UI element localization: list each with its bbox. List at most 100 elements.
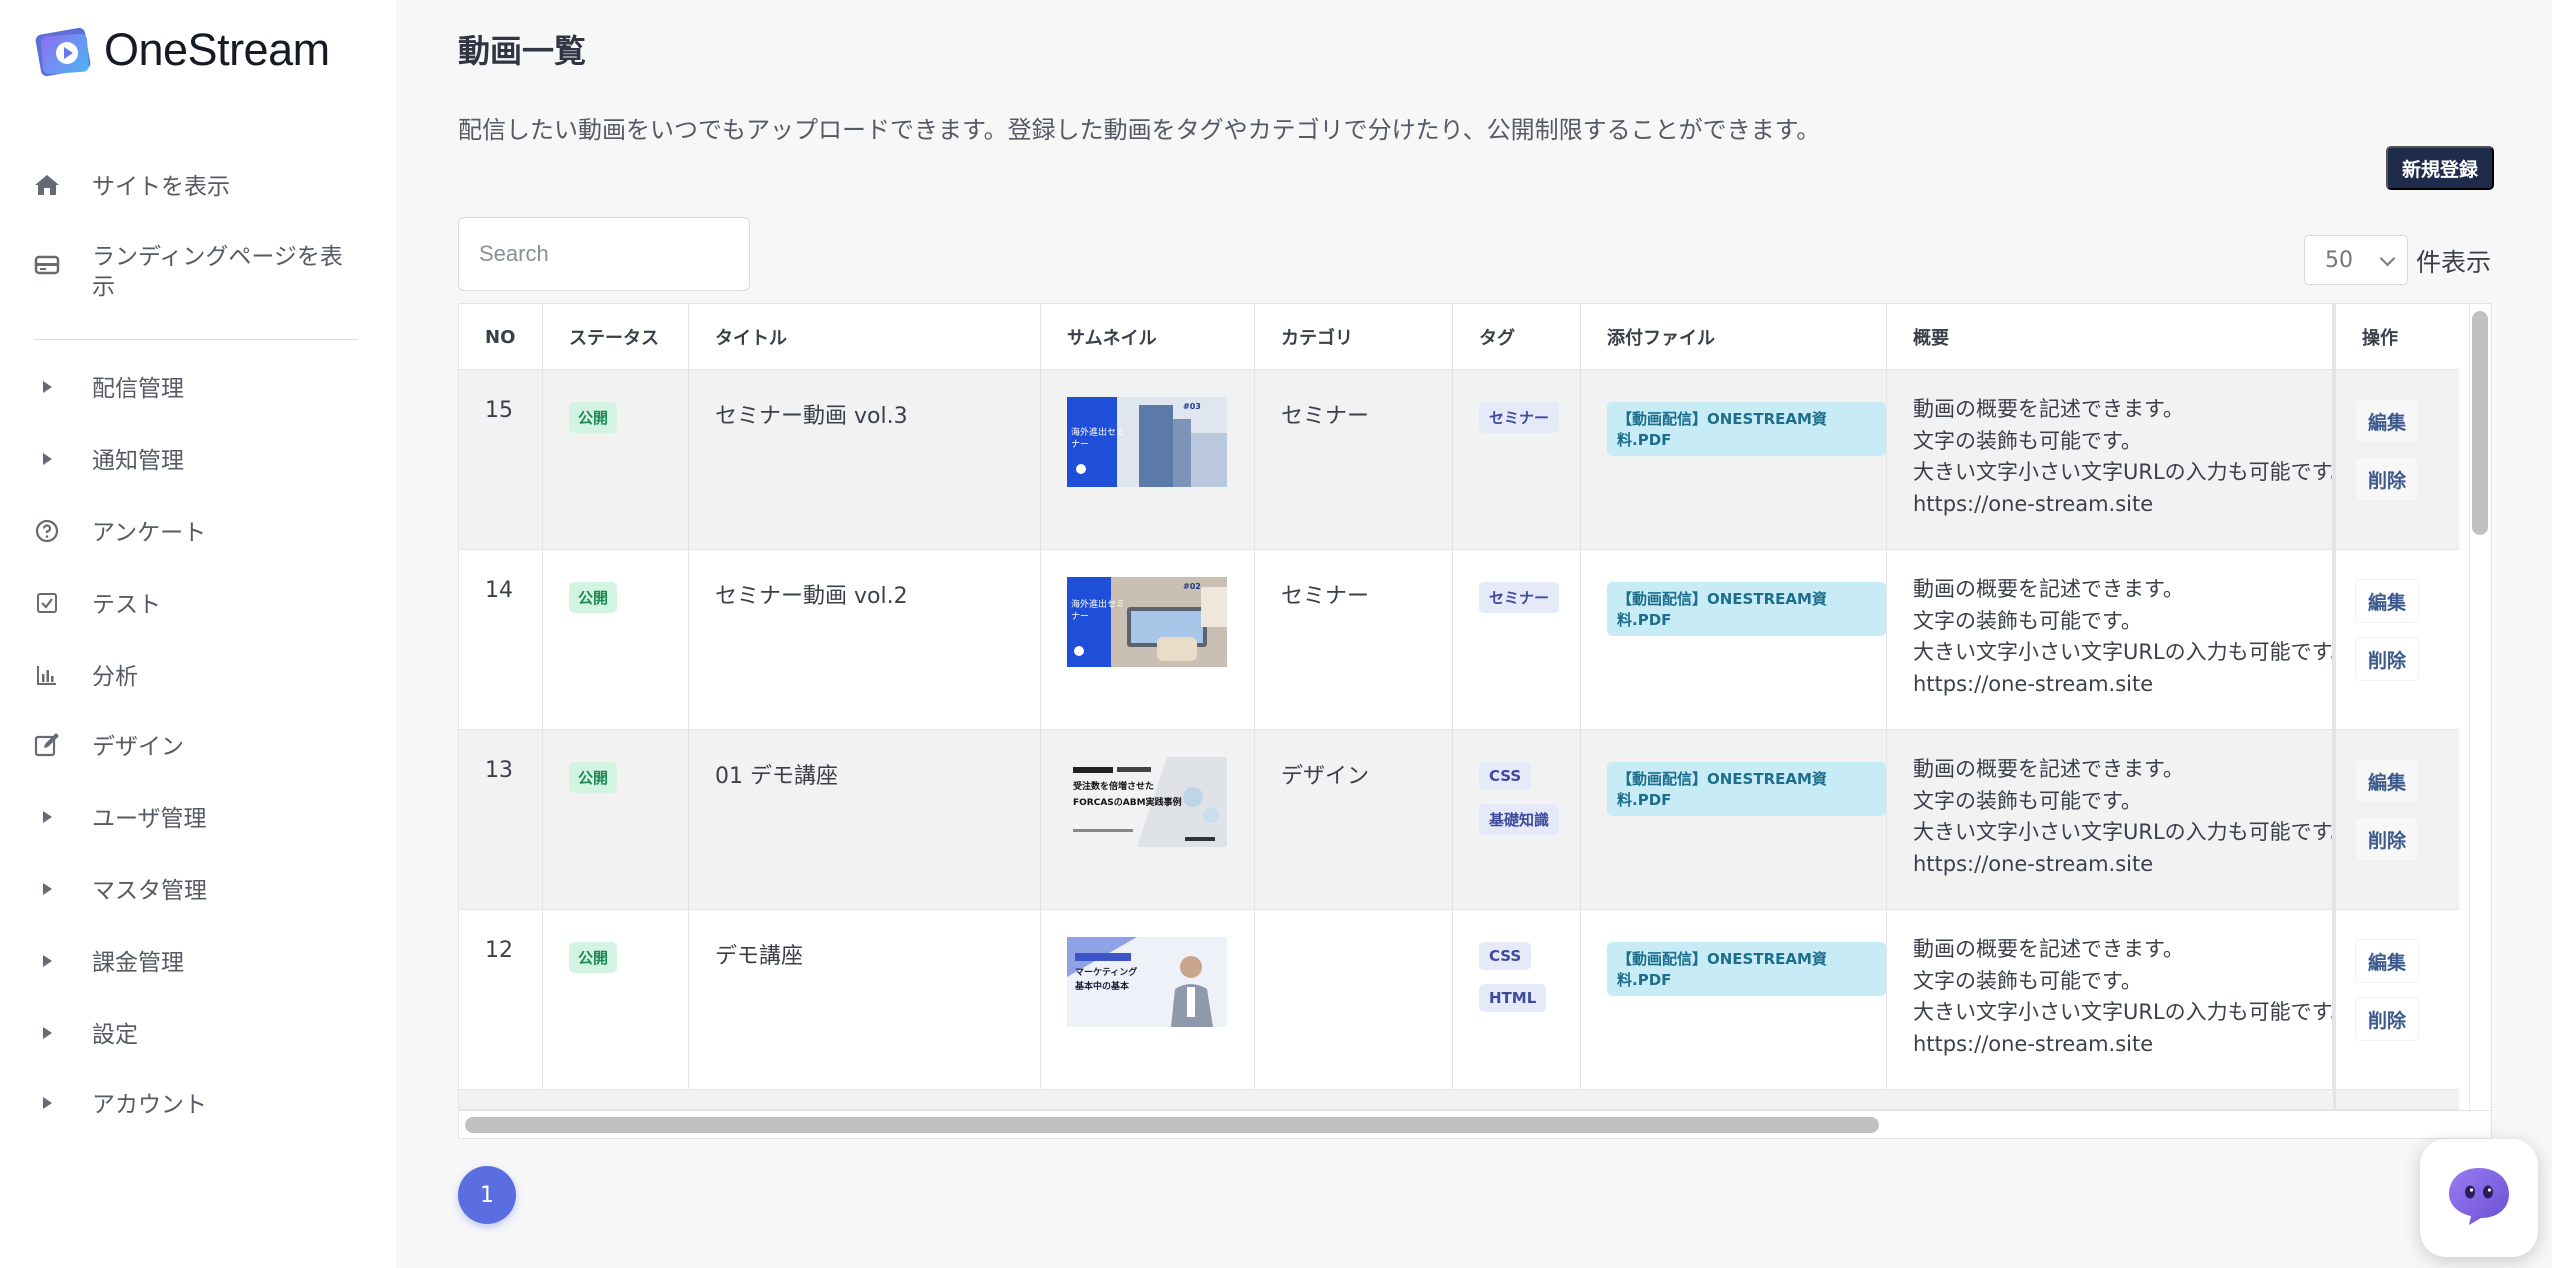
summary-cell: 動画の概要を記述できます。 文字の装飾も可能です。 大きい文字小さい文字URLの… [1887,550,2333,729]
sidebar-item-settings[interactable]: 設定 [34,1020,364,1050]
status-badge: 公開 [569,582,618,613]
tag-cell: セミナー [1453,550,1581,729]
attachment-cell: 【動画配信】ONESTREAM資料.PDF [1581,550,1887,729]
summary-link[interactable]: https://one-stream.site [1913,669,2332,701]
sidebar-item-master[interactable]: マスタ管理 [34,876,364,906]
thumbnail-cell: 海外進出セミ ナー #03 [1041,370,1255,549]
thumbnail-cell: 受注数を倍増させた FORCASのABM実践事例 [1041,730,1255,909]
search-input[interactable] [458,217,750,291]
row-title[interactable]: 01 デモ講座 [689,730,1041,909]
summary-cell: 動画の概要を記述できます。 文字の装飾も可能です。 大きい文字小さい文字URLの… [1887,370,2333,549]
chat-widget-button[interactable] [2420,1139,2538,1257]
svg-text:#02: #02 [1183,582,1201,591]
pagination-page-button[interactable]: 1 [458,1166,516,1224]
row-title[interactable]: セミナー動画 vol.2 [689,550,1041,729]
summary-line: 文字の装飾も可能です。 [1913,788,2142,813]
summary-link[interactable]: https://one-stream.site [1913,849,2332,881]
video-thumbnail[interactable]: 受注数を倍増させた FORCASのABM実践事例 [1067,757,1227,847]
row-title[interactable]: デモ講座 [689,910,1041,1089]
delete-button[interactable]: 削除 [2356,458,2418,500]
summary-line: 文字の装飾も可能です。 [1913,608,2142,633]
sidebar-item-notification[interactable]: 通知管理 [34,446,364,476]
column-header-tag[interactable]: タグ [1453,304,1581,370]
caret-right-icon [34,1090,60,1116]
table-row: 12 公開 デモ講座 マーケティング 基本中の基本 CSS HTML 【動画配信… [459,910,2459,1090]
thumbnail-cell: 海外進出セミ ナー #02 [1041,550,1255,729]
edit-button[interactable]: 編集 [2356,940,2418,982]
sidebar-item-users[interactable]: ユーザ管理 [34,804,364,834]
attachment-cell: 【動画配信】ONESTREAM資料.PDF [1581,370,1887,549]
row-category [1255,910,1453,1089]
summary-line: 動画の概要を記述できます。 [1913,757,2184,781]
summary-link[interactable]: https://one-stream.site [1913,489,2332,521]
sidebar-item-landing[interactable]: ランディングページを表示 [34,242,364,302]
table-row: 15 公開 セミナー動画 vol.3 海外進出セミ ナー #03 セミナー セミ… [459,370,2459,550]
table-row: 13 公開 01 デモ講座 受注数を倍増させた FORCASのABM実践事例 デ… [459,730,2459,910]
brand-name: OneStream [104,24,330,75]
tag-cell: セミナー [1453,370,1581,549]
column-header-category[interactable]: カテゴリ [1255,304,1453,370]
attachment-badge[interactable]: 【動画配信】ONESTREAM資料.PDF [1607,762,1886,816]
tag-cell: CSS HTML [1453,910,1581,1089]
new-register-button[interactable]: 新規登録 [2386,146,2494,190]
horizontal-scrollbar[interactable] [465,1117,1879,1133]
row-category: デザイン [1255,730,1453,909]
sidebar-item-account[interactable]: アカウント [34,1090,364,1120]
svg-text:#03: #03 [1183,402,1201,411]
sidebar-item-delivery[interactable]: 配信管理 [34,374,364,404]
caret-right-icon [34,1020,60,1046]
attachment-badge[interactable]: 【動画配信】ONESTREAM資料.PDF [1607,402,1886,456]
video-thumbnail[interactable]: 海外進出セミ ナー #03 [1067,397,1227,487]
edit-button[interactable]: 編集 [2356,580,2418,622]
row-no: 15 [459,370,543,549]
sidebar-item-analytics[interactable]: 分析 [34,662,364,692]
attachment-cell: 【動画配信】ONESTREAM資料.PDF [1581,910,1887,1089]
tag-badge[interactable]: HTML [1479,984,1547,1012]
summary-line: 大きい文字小さい文字URLの入力も可能です。 [1913,1000,2333,1024]
sidebar-item-label: ランディングページを表示 [92,244,343,300]
video-thumbnail[interactable]: 海外進出セミ ナー #02 [1067,577,1227,667]
vertical-scrollbar[interactable] [2472,311,2488,535]
edit-button[interactable]: 編集 [2356,760,2418,802]
column-header-summary[interactable]: 概要 [1887,304,2333,370]
sidebar-item-label: 通知管理 [92,448,184,474]
attachment-badge[interactable]: 【動画配信】ONESTREAM資料.PDF [1607,942,1886,996]
actions-cell: 編集 削除 [2336,730,2460,909]
sidebar-divider [34,339,358,340]
column-header-status[interactable]: ステータス [543,304,689,370]
sidebar-item-billing[interactable]: 課金管理 [34,948,364,978]
column-header-no[interactable]: NO [459,304,543,370]
delete-button[interactable]: 削除 [2356,638,2418,680]
summary-line: 動画の概要を記述できます。 [1913,937,2184,961]
tag-badge[interactable]: セミナー [1479,402,1560,433]
tag-badge[interactable]: セミナー [1479,582,1560,613]
delete-button[interactable]: 削除 [2356,998,2418,1040]
logo[interactable]: OneStream [34,24,330,78]
chevron-down-icon [2379,250,2396,267]
video-thumbnail[interactable]: マーケティング 基本中の基本 [1067,937,1227,1027]
per-page-select[interactable]: 50 [2304,235,2408,285]
edit-button[interactable]: 編集 [2356,400,2418,442]
svg-text:海外進出セミ: 海外進出セミ [1071,426,1125,438]
tag-badge[interactable]: CSS [1479,762,1532,790]
summary-link[interactable]: https://one-stream.site [1913,1029,2332,1061]
summary-line: 大きい文字小さい文字URLの入力も可能です。 [1913,460,2333,484]
row-title[interactable]: セミナー動画 vol.3 [689,370,1041,549]
sidebar-item-design[interactable]: デザイン [34,732,364,762]
column-header-thumbnail[interactable]: サムネイル [1041,304,1255,370]
summary-line: 動画の概要を記述できます。 [1913,577,2184,601]
caret-right-icon [34,374,60,400]
delete-button[interactable]: 削除 [2356,818,2418,860]
home-icon [34,172,60,198]
column-header-title[interactable]: タイトル [689,304,1041,370]
sidebar-item-survey[interactable]: アンケート [34,518,364,548]
column-header-attachment[interactable]: 添付ファイル [1581,304,1887,370]
column-header-actions[interactable]: 操作 [2336,304,2460,370]
tag-badge[interactable]: CSS [1479,942,1532,970]
caret-right-icon [34,804,60,830]
attachment-badge[interactable]: 【動画配信】ONESTREAM資料.PDF [1607,582,1886,636]
sidebar-item-test[interactable]: テスト [34,590,364,620]
svg-text:受注数を倍増させた: 受注数を倍増させた [1073,780,1154,792]
sidebar-item-site[interactable]: サイトを表示 [34,172,364,202]
tag-badge[interactable]: 基礎知識 [1479,804,1560,835]
